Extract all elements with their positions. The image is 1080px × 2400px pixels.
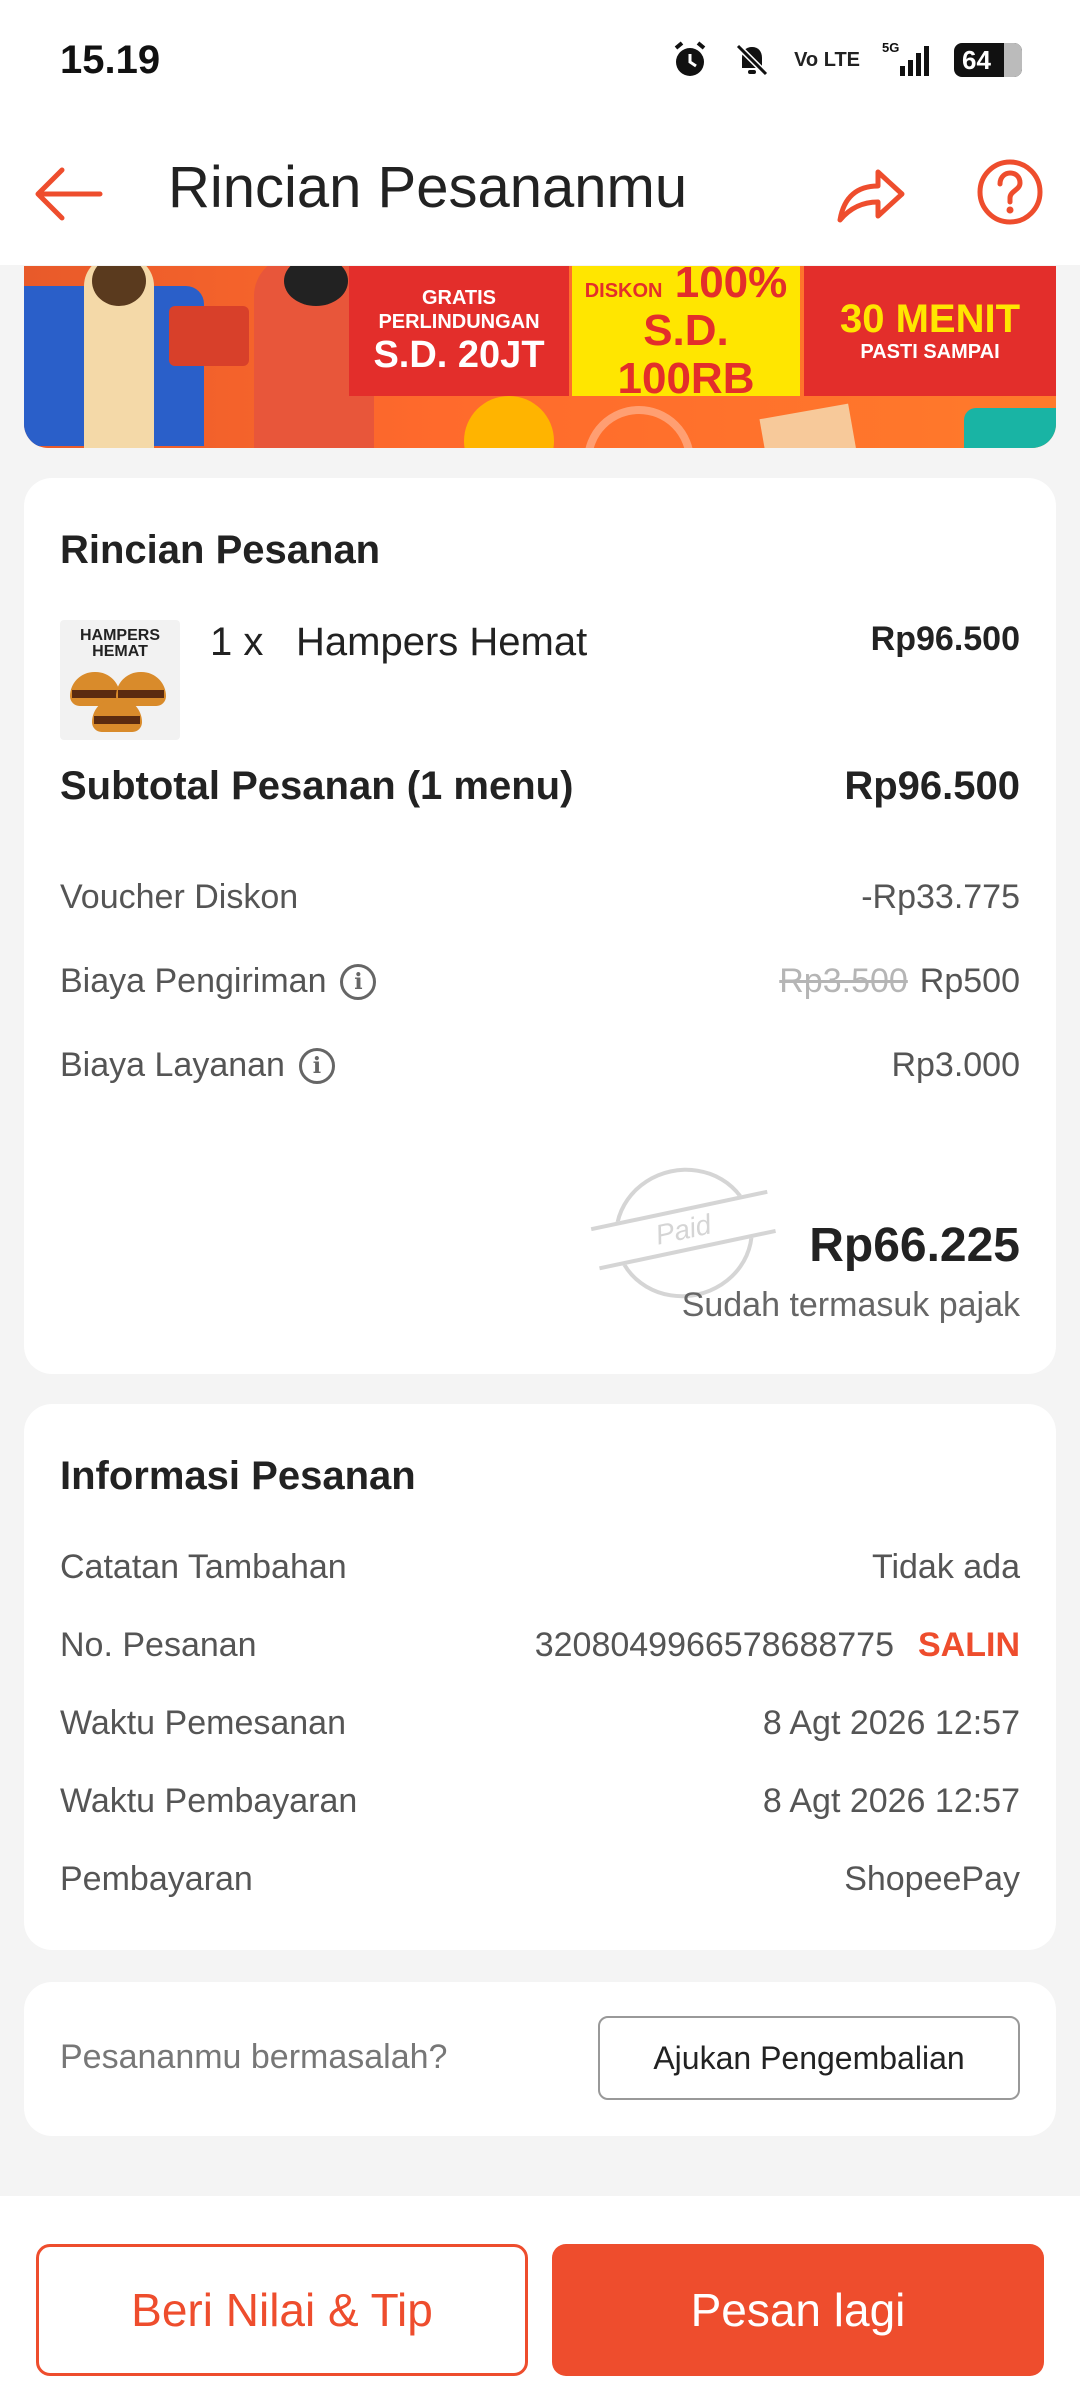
banner-decoration (584, 406, 694, 448)
promo-discount-line1: DISKON 100% (585, 266, 788, 307)
promo-discount-label: DISKON (584, 280, 663, 302)
voucher-value: -Rp33.775 (861, 878, 1020, 916)
order-number-label-text: No. Pesanan (60, 1626, 257, 1664)
promo-protection-amount: S.D. 20JT (373, 334, 545, 376)
request-refund-button[interactable]: Ajukan Pengembalian (598, 2016, 1020, 2100)
app-header: Rincian Pesananmu (0, 120, 1080, 265)
volte-icon: Vo LTE (794, 49, 860, 71)
banner-decoration (964, 408, 1056, 448)
status-bar: 15.19 Vo LTE 5G 64 (0, 0, 1080, 120)
order-details-card: Rincian Pesanan HAMPERS HEMAT 1 x Hamper… (24, 478, 1056, 1374)
banner-person-illustration (84, 266, 154, 448)
payment-time-label-text: Waktu Pembayaran (60, 1782, 358, 1820)
subtotal-label: Subtotal Pesanan (1 menu) (60, 764, 574, 808)
shipping-fee-original: Rp3.500 (779, 962, 908, 1000)
subtotal-value: Rp96.500 (844, 764, 1020, 808)
promo-discount: DISKON 100% S.D. 100RB (572, 266, 800, 403)
back-button[interactable] (30, 154, 110, 234)
payment-method-label-text: Pembayaran (60, 1860, 253, 1898)
alarm-icon (670, 34, 710, 86)
payment-method-value: ShopeePay (844, 1860, 1020, 1898)
order-total: Rp66.225 (809, 1219, 1020, 1272)
promo-protection: GRATIS PERLINDUNGAN S.D. 20JT (349, 266, 569, 396)
shipping-fee-final: Rp500 (919, 962, 1020, 1000)
bell-off-icon (732, 34, 772, 86)
item-thumbnail: HAMPERS HEMAT (60, 620, 180, 740)
item-name: Hampers Hemat (296, 620, 588, 664)
reorder-button[interactable]: Pesan lagi (552, 2244, 1044, 2376)
info-icon[interactable]: i (298, 1047, 335, 1084)
shipping-fee-value: Rp3.500 Rp500 (779, 962, 1020, 1001)
order-time-value: 8 Agt 2026 12:57 (762, 1704, 1020, 1742)
order-info-card: Informasi Pesanan Catatan Tambahan Tidak… (24, 1404, 1056, 1950)
service-fee-label: Biaya Layanan i (60, 1046, 335, 1085)
copy-order-number-button[interactable]: SALIN (918, 1626, 1020, 1664)
item-price: Rp96.500 (870, 620, 1020, 658)
promo-discount-percent: 100% (674, 266, 788, 307)
service-fee-value: Rp3.000 (891, 1046, 1020, 1084)
banner-decoration (759, 403, 859, 448)
info-icon[interactable]: i (340, 963, 377, 1000)
notes-value: Tidak ada (871, 1548, 1020, 1586)
promo-discount-amount: S.D. 100RB (617, 306, 755, 403)
share-icon (837, 169, 905, 223)
svg-text:5G: 5G (882, 40, 899, 55)
banner-decoration (464, 396, 554, 448)
shipping-fee-label: Biaya Pengiriman i (60, 962, 377, 1001)
promo-delivery-time: 30 MENIT PASTI SAMPAI (804, 266, 1056, 396)
signal-icon: 5G (882, 34, 932, 86)
order-details-title: Rincian Pesanan (60, 528, 381, 572)
page-title: Rincian Pesananmu (168, 155, 688, 220)
item-quantity: 1 x (210, 620, 264, 664)
share-button[interactable] (832, 158, 908, 234)
order-number-row: 3208049966578688775 SALIN (535, 1626, 1020, 1665)
status-time: 15.19 (60, 38, 161, 82)
payment-time-label: Waktu Pembayaran (60, 1782, 357, 1821)
order-number-value: 3208049966578688775 (534, 1626, 894, 1664)
battery-icon: 64 (954, 43, 1022, 77)
order-problem-text: Pesananmu bermasalah? (60, 2038, 448, 2076)
order-total-note: Sudah termasuk pajak (681, 1286, 1020, 1324)
voucher-label: Voucher Diskon (60, 878, 298, 917)
rate-and-tip-button[interactable]: Beri Nilai & Tip (36, 2244, 528, 2376)
promo-protection-line1: GRATIS (421, 287, 497, 309)
item-thumbnail-label: HAMPERS HEMAT (79, 627, 160, 660)
battery-empty-part (1004, 43, 1022, 77)
payment-time-value: 8 Agt 2026 12:57 (762, 1782, 1020, 1820)
notes-label: Catatan Tambahan (60, 1548, 347, 1587)
help-button[interactable] (976, 158, 1044, 226)
order-time-label: Waktu Pemesanan (60, 1704, 346, 1743)
order-time-label-text: Waktu Pemesanan (60, 1704, 346, 1742)
order-number-label: No. Pesanan (60, 1626, 257, 1665)
shipping-fee-label-text: Biaya Pengiriman (60, 962, 327, 1000)
battery-level: 64 (962, 44, 991, 75)
payment-method-label: Pembayaran (60, 1860, 253, 1899)
voucher-label-text: Voucher Diskon (60, 878, 299, 916)
bottom-action-bar: Beri Nilai & Tip Pesan lagi (0, 2196, 1080, 2400)
service-fee-label-text: Biaya Layanan (60, 1046, 285, 1084)
order-problem-card: Pesananmu bermasalah? Ajukan Pengembalia… (24, 1982, 1056, 2136)
promo-banner[interactable]: GRATIS PERLINDUNGAN S.D. 20JT DISKON 100… (24, 266, 1056, 448)
promo-protection-line2: PERLINDUNGAN (378, 311, 540, 333)
banner-box-illustration (169, 306, 249, 366)
promo-delivery-subtitle: PASTI SAMPAI (860, 341, 1000, 363)
order-info-title: Informasi Pesanan (60, 1454, 416, 1498)
help-circle-icon (977, 159, 1043, 225)
arrow-left-icon (35, 167, 103, 221)
promo-delivery-title: 30 MENIT (839, 297, 1021, 341)
notes-label-text: Catatan Tambahan (60, 1548, 347, 1586)
status-icons: Vo LTE 5G 64 (670, 34, 1022, 86)
